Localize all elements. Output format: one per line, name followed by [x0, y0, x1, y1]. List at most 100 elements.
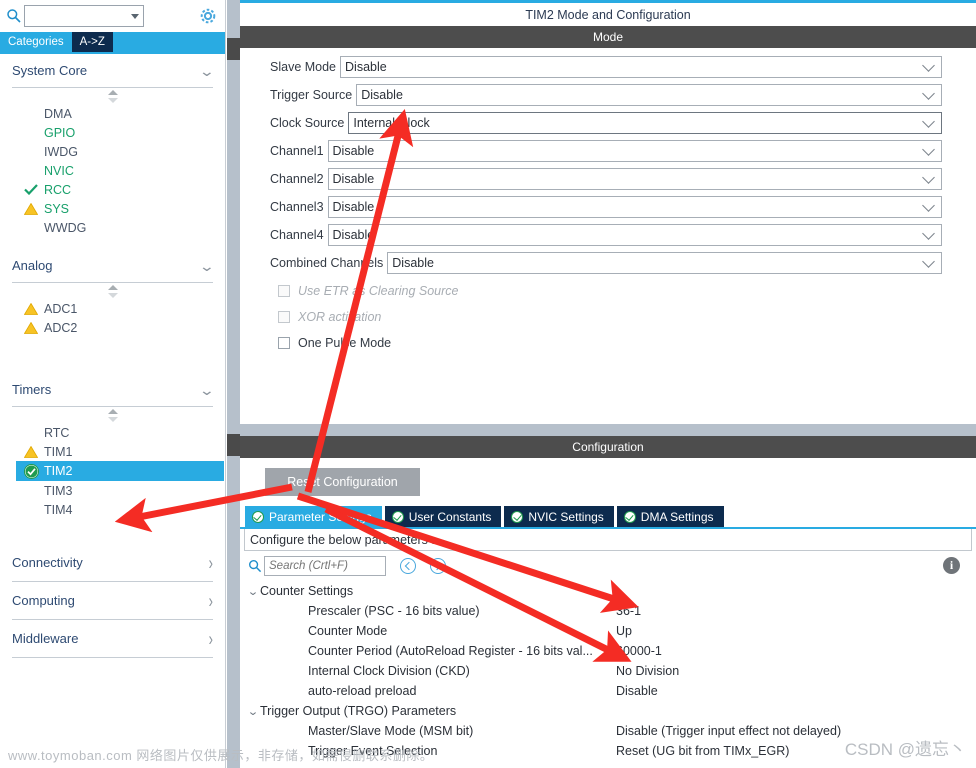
channel3-select[interactable]: Disable — [327, 196, 942, 218]
sidebar-item-rcc[interactable]: RCC — [20, 180, 225, 199]
param-value: 36-1 — [616, 604, 642, 618]
sidebar-group-connectivity[interactable]: Connectivity › — [12, 544, 213, 582]
splitter-handle-bottom[interactable] — [227, 434, 240, 456]
sidebar-item-label: ADC1 — [44, 301, 78, 316]
sidebar-item-label: SYS — [44, 201, 70, 216]
checkbox-one-pulse-mode[interactable]: One Pulse Mode — [240, 330, 976, 356]
sidebar-item-adc2[interactable]: ADC2 — [20, 318, 225, 337]
trigger-source-select[interactable]: Disable — [356, 84, 942, 106]
checkbox-label: Use ETR as Clearing Source — [298, 284, 459, 298]
select-value: Disable — [345, 60, 387, 74]
chevron-right-circle-icon[interactable] — [430, 558, 446, 574]
sidebar-item-tim2[interactable]: TIM2 — [16, 461, 224, 481]
table-row[interactable]: Prescaler (PSC - 16 bits value) 36-1 — [246, 601, 976, 621]
configure-note: Configure the below parameters : — [244, 529, 972, 551]
warning-triangle-icon — [24, 445, 42, 458]
chevron-right-icon: › — [208, 627, 213, 650]
reset-configuration-button[interactable]: Reset Configuration — [265, 468, 420, 496]
channel2-select[interactable]: Disable — [327, 168, 942, 190]
sidebar-group-label: Analog — [12, 258, 53, 273]
gear-icon[interactable] — [197, 5, 219, 27]
tab-categories[interactable]: Categories — [0, 32, 72, 52]
horizontal-splitter[interactable] — [240, 424, 976, 436]
sidebar-search-box[interactable] — [24, 5, 144, 27]
param-group-counter-settings[interactable]: ⌄ Counter Settings — [246, 581, 976, 601]
chevron-left-circle-icon[interactable] — [400, 558, 416, 574]
table-row[interactable]: Counter Mode Up — [246, 621, 976, 641]
field-channel2: Channel2 Disable — [240, 166, 976, 192]
top-accent-bar — [240, 0, 976, 3]
sidebar-item-label: TIM1 — [44, 444, 73, 459]
chevron-down-icon — [922, 255, 935, 268]
checkbox-box[interactable] — [278, 337, 290, 349]
channel4-select[interactable]: Disable — [327, 224, 942, 246]
select-value: Disable — [332, 200, 375, 214]
tab-parameter-settings[interactable]: Parameter Settings — [245, 506, 382, 527]
tab-dma-settings[interactable]: DMA Settings — [616, 506, 724, 527]
param-value: Up — [616, 624, 632, 638]
slave-mode-select[interactable]: Disable — [340, 56, 942, 78]
sidebar-item-tim1[interactable]: TIM1 — [20, 442, 225, 461]
param-name: Prescaler (PSC - 16 bits value) — [308, 604, 480, 618]
sidebar-group-middleware[interactable]: Middleware › — [12, 620, 213, 658]
sidebar-item-wwdg[interactable]: WWDG — [20, 218, 225, 237]
splitter-handle-top[interactable] — [227, 38, 240, 60]
field-channel3: Channel3 Disable — [240, 194, 976, 220]
sidebar-item-sys[interactable]: SYS — [20, 199, 225, 218]
configuration-section-header: Configuration — [240, 436, 976, 458]
sidebar-group-analog[interactable]: Analog ⌄ — [12, 249, 215, 283]
sidebar-item-label: NVIC — [44, 163, 74, 178]
sidebar-item-adc1[interactable]: ADC1 — [20, 299, 225, 318]
tab-label: NVIC Settings — [528, 509, 604, 524]
table-row[interactable]: Counter Period (AutoReload Register - 16… — [246, 641, 976, 661]
sidebar-item-tim4[interactable]: TIM4 — [20, 500, 225, 519]
check-circle-icon — [252, 510, 264, 523]
checkbox-box — [278, 285, 290, 297]
sidebar-group-label: Middleware — [12, 631, 79, 646]
checkmark-icon — [24, 184, 42, 195]
param-name: Internal Clock Division (CKD) — [308, 664, 470, 678]
tab-user-constants[interactable]: User Constants — [384, 506, 502, 527]
sidebar-group-timers[interactable]: Timers ⌄ — [12, 373, 215, 407]
checkbox-label: XOR activation — [298, 310, 382, 324]
sidebar-item-label: RTC — [44, 425, 70, 440]
param-group-trigger-output[interactable]: ⌄ Trigger Output (TRGO) Parameters — [246, 701, 976, 721]
table-row[interactable]: auto-reload preload Disable — [246, 681, 976, 701]
param-value: 60000-1 — [616, 644, 662, 658]
sidebar-body: System Core ⌄ DMA GPIO IWDG NVIC RCC SYS… — [0, 54, 225, 768]
sidebar-group-system-core[interactable]: System Core ⌄ — [12, 54, 215, 88]
scroll-hint-analog[interactable] — [0, 283, 225, 299]
scroll-hint-timers[interactable] — [0, 407, 225, 423]
component-sidebar: Categories A->Z System Core ⌄ DMA GPIO I… — [0, 0, 226, 768]
chevron-down-icon: ⌄ — [247, 705, 259, 718]
sidebar-item-iwdg[interactable]: IWDG — [20, 142, 225, 161]
scroll-hint-system-core[interactable] — [0, 88, 225, 104]
parameter-search-input[interactable] — [264, 556, 386, 576]
sidebar-item-label: DMA — [44, 106, 72, 121]
sidebar-item-dma[interactable]: DMA — [20, 104, 225, 123]
combined-channels-select[interactable]: Disable — [387, 252, 942, 274]
search-input[interactable] — [29, 9, 127, 23]
tab-nvic-settings[interactable]: NVIC Settings — [504, 506, 614, 527]
sidebar-item-tim3[interactable]: TIM3 — [20, 481, 225, 500]
scroll-updown-icon — [107, 284, 118, 298]
chevron-down-icon — [922, 59, 935, 72]
sidebar-item-label: ADC2 — [44, 320, 78, 335]
vertical-splitter[interactable] — [227, 0, 240, 768]
channel1-select[interactable]: Disable — [327, 140, 942, 162]
sidebar-item-nvic[interactable]: NVIC — [20, 161, 225, 180]
clock-source-select[interactable]: Internal Clock — [348, 112, 942, 134]
sidebar-item-gpio[interactable]: GPIO — [20, 123, 225, 142]
sidebar-group-computing[interactable]: Computing › — [12, 582, 213, 620]
sidebar-group-label: Timers — [12, 382, 52, 397]
field-clock-source: Clock Source Internal Clock — [240, 110, 976, 136]
select-value: Disable — [361, 88, 403, 102]
tab-a-to-z[interactable]: A->Z — [71, 32, 113, 52]
info-icon[interactable]: i — [943, 557, 960, 574]
sidebar-item-rtc[interactable]: RTC — [20, 423, 225, 442]
table-row[interactable]: Internal Clock Division (CKD) No Divisio… — [246, 661, 976, 681]
chevron-down-icon[interactable] — [131, 13, 139, 19]
field-label: Channel2 — [270, 172, 324, 186]
sidebar-list-timers: RTC TIM1 TIM2 TIM3 TIM4 — [0, 423, 225, 519]
